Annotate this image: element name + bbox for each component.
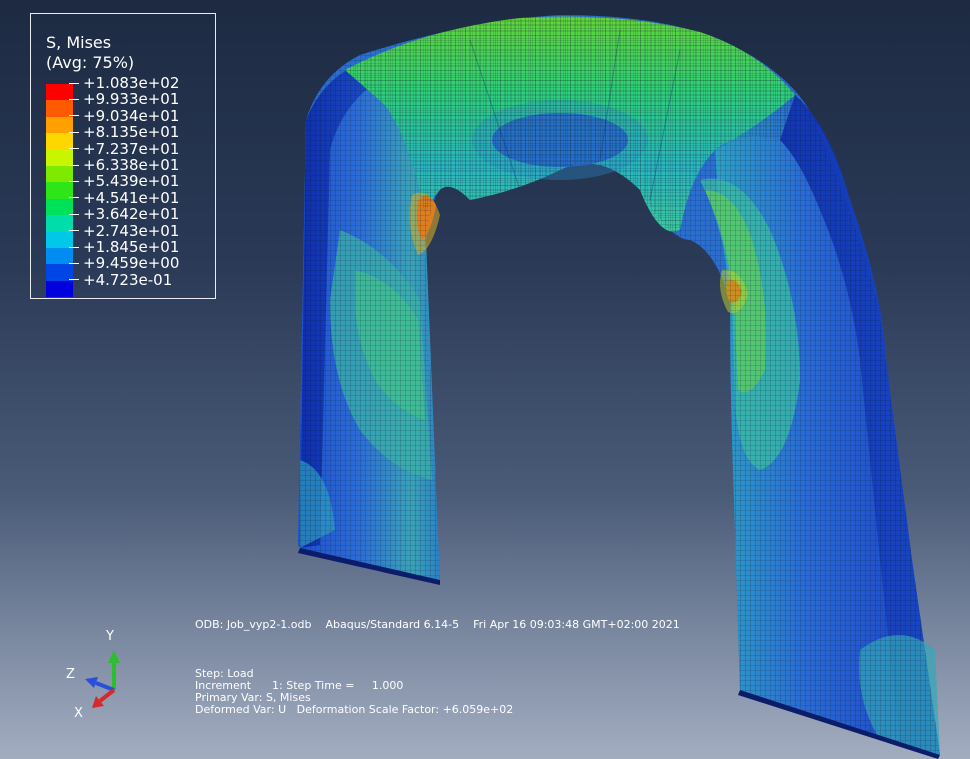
odb-info: ODB: Job_vyp2-1.odb Abaqus/Standard 6.14… — [195, 618, 680, 631]
z-axis-label: Z — [66, 667, 75, 682]
legend-value-text: +6.338e+01 — [83, 155, 180, 174]
legend-value-text: +5.439e+01 — [83, 172, 180, 191]
legend-value-text: +4.723e-01 — [83, 270, 173, 289]
legend-tick — [69, 230, 79, 232]
legend-tick — [69, 279, 79, 281]
axis-triad: Y Z X — [58, 625, 138, 725]
legend-tick — [69, 99, 79, 101]
legend-tick — [69, 197, 79, 199]
legend-value: +3.642e+01 — [69, 205, 180, 224]
legend-value: +4.541e+01 — [69, 188, 180, 207]
legend-value: +4.723e-01 — [69, 270, 179, 289]
legend-tick — [69, 181, 79, 183]
legend-value: +5.439e+01 — [69, 172, 180, 191]
legend-value: +9.933e+01 — [69, 90, 180, 109]
legend-tick — [69, 131, 79, 133]
legend-value-text: +7.237e+01 — [83, 139, 180, 158]
legend-value: +6.338e+01 — [69, 157, 179, 173]
deformed-var-info: Deformed Var: U Deformation Scale Factor… — [195, 703, 514, 716]
legend-value: +2.743e+01 — [69, 221, 180, 240]
contour-legend: S, Mises (Avg: 75%) +1.083e+02 +9.933e+01… — [30, 13, 216, 299]
legend-value-text: +1.845e+01 — [83, 237, 180, 256]
x-axis-label: X — [74, 706, 83, 721]
legend-tick — [69, 246, 79, 248]
legend-labels: +1.083e+02 +9.933e+01 +9.034e+01 +8.135e+01… — [69, 75, 179, 288]
legend-value: +8.135e+01 — [69, 123, 180, 142]
legend-value: +9.459e+00 — [69, 254, 180, 273]
viewport[interactable]: S, Mises (Avg: 75%) +1.083e+02 +9.933e+01… — [0, 0, 970, 759]
legend-value: +1.083e+02 — [69, 75, 179, 91]
legend-tick — [69, 262, 79, 264]
legend-title: S, Mises — [46, 33, 112, 52]
legend-value-text: +9.933e+01 — [83, 90, 180, 109]
legend-tick — [69, 82, 79, 84]
legend-tick — [69, 148, 79, 150]
legend-value: +1.845e+01 — [69, 237, 180, 256]
legend-value-text: +3.642e+01 — [83, 205, 180, 224]
legend-tick — [69, 213, 79, 215]
legend-value-text: +4.541e+01 — [83, 188, 180, 207]
legend-tick — [69, 164, 79, 166]
legend-value-text: +1.083e+02 — [83, 74, 180, 92]
legend-value: +7.237e+01 — [69, 139, 180, 158]
legend-value-text: +8.135e+01 — [83, 123, 180, 142]
legend-tick — [69, 115, 79, 117]
legend-value-text: +2.743e+01 — [83, 221, 180, 240]
legend-value: +9.034e+01 — [69, 106, 180, 125]
legend-subtitle: (Avg: 75%) — [46, 53, 135, 72]
y-axis-label: Y — [106, 629, 114, 644]
legend-value-text: +9.459e+00 — [83, 254, 180, 273]
legend-value-text: +9.034e+01 — [83, 106, 180, 125]
